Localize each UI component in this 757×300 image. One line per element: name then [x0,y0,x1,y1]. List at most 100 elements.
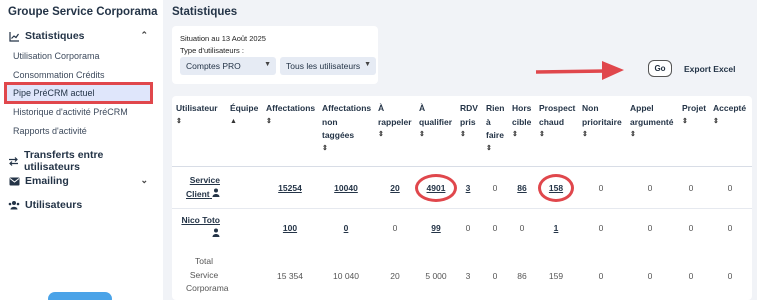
table-cell: 0 [598,271,604,281]
nav-section-label: Emailing [25,175,69,187]
user-link-nico-toto[interactable]: Nico Toto [176,214,220,241]
column-header[interactable]: Appel argumenté ⇕ [630,102,673,140]
table-cell-link[interactable]: 10040 [326,183,366,193]
nav-section-transferts[interactable]: Transferts entre utilisateurs [8,149,148,173]
column-header-label: À [419,103,426,113]
table-cell-link[interactable]: 15254 [270,183,310,193]
table-cell: 0 [688,223,694,233]
user-name-line1: Service [189,175,220,185]
red-arrow-annotation [535,61,624,80]
column-header-label: faire [486,130,504,141]
table-cell-link[interactable]: 20 [375,183,415,193]
sort-icon[interactable]: ⇕ [266,116,315,127]
caret-down-icon: ▼ [264,61,271,68]
table-cell-link[interactable]: 0 [326,223,366,233]
column-header-label: Non [582,103,599,113]
column-header-label: taggées [322,130,355,141]
user-name-line2: Client [186,188,210,199]
users-select[interactable]: Tous les utilisateurs ▼ [280,57,376,75]
column-header[interactable]: Hors cible ⇕ [512,102,531,140]
table-cell: 0 [727,183,733,193]
sort-icon[interactable]: ⇕ [322,143,371,154]
user-type-label: Type d'utilisateurs : [180,46,244,55]
column-header[interactable]: Àrappeler ⇕ [378,102,412,140]
column-header[interactable]: Prospect chaud ⇕ [539,102,575,140]
user-link-service-client[interactable]: Service Client [176,174,220,201]
sidebar: Groupe Service Corporama Statistiques ⌃ … [0,0,163,300]
total-label-line1: Total [195,256,213,266]
column-header-label: qualifier [419,116,453,127]
sort-icon[interactable]: ⇕ [682,116,706,127]
sidebar-item-utilisation[interactable]: Utilisation Corporama [13,51,100,61]
sort-icon[interactable]: ⇕ [378,129,412,140]
header-divider [172,166,752,167]
column-header-label: non [322,116,338,127]
envelope-icon [8,175,20,187]
column-header-label: chaud [539,116,565,127]
table-cell: 0 [392,223,398,233]
column-header-label: Accepté [713,103,747,113]
column-header-label: prioritaire [582,116,622,127]
table-cell-link[interactable]: 1 [536,223,576,233]
column-header[interactable]: Équipe ▲ [230,102,258,127]
nav-section-statistiques[interactable]: Statistiques ⌃ [8,30,148,42]
sidebar-item-pipe-precrm[interactable]: Pipe PréCRM actuel [4,82,153,104]
brand-title: Groupe Service Corporama [8,6,158,18]
sort-icon[interactable]: ⇕ [630,129,673,140]
chevron-down-icon[interactable]: ⌄ [140,175,148,186]
sidebar-item-consommation[interactable]: Consommation Crédits [13,70,105,80]
column-header-label: À [378,103,385,113]
sort-icon[interactable]: ⇕ [486,143,504,154]
help-pill[interactable] [48,292,112,300]
go-button[interactable]: Go [648,60,672,77]
sort-icon[interactable]: ⇕ [460,129,478,140]
stats-table: Utilisateur ⇕ Équipe ▲ Affectations ⇕ Affectat… [172,96,752,300]
sort-icon[interactable]: ⇕ [419,129,452,140]
person-icon [212,188,220,199]
table-cell: 0 [647,183,653,193]
transfer-arrows-icon [8,155,19,167]
column-header-label: Équipe [230,103,259,113]
sort-icon[interactable]: ⇕ [176,116,218,127]
situation-date: Situation au 13 Août 2025 [180,34,266,43]
column-header[interactable]: Non prioritaire ⇕ [582,102,622,140]
sort-icon[interactable]: ⇕ [713,116,746,127]
sort-icon[interactable]: ⇕ [539,129,575,140]
column-header-label: Prospect [539,103,576,113]
column-header[interactable]: Utilisateur ⇕ [176,102,218,127]
caret-down-icon: ▼ [364,61,371,68]
table-cell-link[interactable]: 100 [270,223,310,233]
column-header[interactable]: Affectations non taggées ⇕ [322,102,371,154]
nav-section-label: Statistiques [25,30,85,42]
column-header[interactable]: RDV pris ⇕ [460,102,478,140]
table-cell: 20 [390,271,400,281]
sidebar-item-rapports[interactable]: Rapports d'activité [13,126,87,136]
column-header-label: Hors [512,103,532,113]
sort-icon[interactable]: ⇕ [512,129,531,140]
column-header-label: Affectations [266,103,316,113]
sort-icon[interactable]: ⇕ [582,129,622,140]
column-header-label: cible [512,116,532,127]
sidebar-item-historique[interactable]: Historique d'activité PréCRM [13,107,128,117]
nav-section-emailing[interactable]: Emailing ⌄ [8,175,148,187]
export-excel-link[interactable]: Export Excel [684,64,736,74]
table-cell: 15 354 [277,271,303,281]
nav-section-label: Transferts entre utilisateurs [24,149,104,173]
user-name-line1: Nico Toto [181,215,220,225]
highlight-ring-a-qualifier [415,174,457,202]
table-cell: 0 [727,223,733,233]
page-title: Statistiques [172,6,238,18]
sort-icon[interactable]: ▲ [230,116,258,127]
chevron-up-icon[interactable]: ⌃ [140,30,148,41]
column-header[interactable]: Projet ⇕ [682,102,706,127]
table-cell: 0 [727,271,733,281]
total-label-line2: Service [189,269,219,280]
column-header-label: Affectations [322,103,372,113]
nav-section-utilisateurs[interactable]: Utilisateurs [8,199,148,211]
column-header-label: à [486,116,491,127]
column-header[interactable]: Affectations ⇕ [266,102,315,127]
column-header[interactable]: Accepté ⇕ [713,102,746,127]
account-type-select[interactable]: Comptes PRO ▼ [180,57,276,75]
column-header[interactable]: Rien à faire ⇕ [486,102,504,154]
column-header[interactable]: Àqualifier ⇕ [419,102,452,140]
